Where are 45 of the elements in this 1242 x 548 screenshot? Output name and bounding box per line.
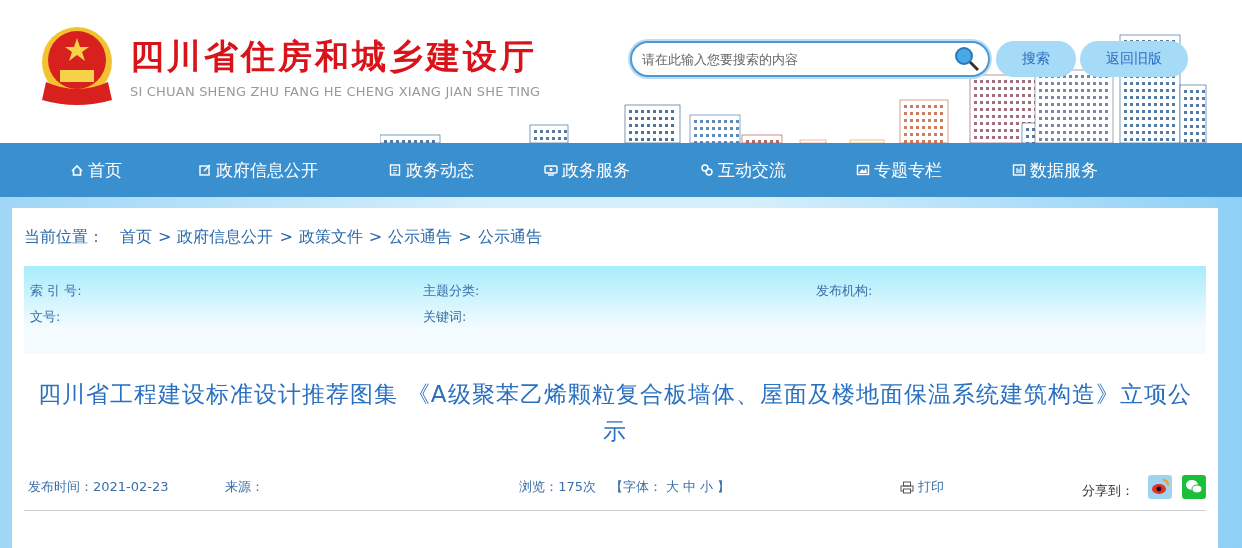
- old-version-button[interactable]: 返回旧版: [1080, 41, 1188, 77]
- print-link[interactable]: 打印: [900, 478, 945, 496]
- publish-time: 发布时间：2021-02-23: [28, 478, 170, 496]
- font-size-label: 【字体：: [610, 478, 663, 496]
- breadcrumb-link[interactable]: 政策文件: [298, 227, 363, 266]
- nav-item[interactable]: 政务服务: [544, 143, 630, 197]
- nav-item[interactable]: 数据服务: [1012, 143, 1098, 197]
- edit-icon: [198, 163, 212, 177]
- breadcrumb-link[interactable]: 公示通告: [477, 227, 542, 266]
- nav-item[interactable]: 互动交流: [700, 143, 786, 197]
- image-icon: [856, 163, 870, 177]
- field-label: 文号:: [30, 308, 61, 326]
- breadcrumb-link[interactable]: 公示通告: [388, 227, 453, 266]
- breadcrumb-label: 当前位置：: [24, 227, 104, 248]
- nav-item[interactable]: 政务动态: [388, 143, 474, 197]
- nav-item[interactable]: 专题专栏: [856, 143, 942, 197]
- field-label: 主题分类:: [423, 282, 480, 300]
- article-title: 四川省工程建设标准设计推荐图集 《A级聚苯乙烯颗粒复合板墙体、屋面及楼地面保温系统建筑构造》立项公示: [38, 380, 1192, 446]
- breadcrumb-separator: >: [158, 227, 172, 248]
- share-label: 分享到：: [1082, 482, 1135, 500]
- chat-icon: [700, 163, 714, 177]
- chart-icon: [1012, 163, 1026, 177]
- field-label: 索 引 号:: [30, 282, 82, 300]
- printer-icon: [900, 480, 915, 494]
- font-size-link[interactable]: 中: [683, 478, 697, 496]
- monitor-icon: [544, 163, 558, 177]
- nav-item[interactable]: 首页: [70, 143, 122, 197]
- view-count: 浏览：175次: [519, 478, 597, 496]
- field-label: 发布机构:: [816, 282, 873, 300]
- breadcrumb-separator: >: [279, 227, 293, 248]
- breadcrumb-separator: >: [458, 227, 472, 248]
- home-icon: [70, 163, 84, 177]
- breadcrumb-separator: >: [368, 227, 383, 248]
- document-icon: [388, 163, 402, 177]
- font-size-link[interactable]: 小: [700, 478, 714, 496]
- breadcrumb-link[interactable]: 首页: [120, 227, 152, 266]
- source-label: 来源：: [224, 478, 265, 496]
- site-title: 四川省住房和城乡建设厅: [130, 36, 538, 76]
- bracket: 】: [717, 478, 731, 496]
- search-button[interactable]: 搜索: [996, 41, 1076, 77]
- field-label: 关键词:: [423, 308, 467, 326]
- font-size-link[interactable]: 大: [666, 478, 680, 496]
- nav-item[interactable]: 政府信息公开: [198, 143, 318, 197]
- breadcrumb-link[interactable]: 政府信息公开: [177, 227, 274, 266]
- site-subtitle: SI CHUAN SHENG ZHU FANG HE CHENG XIANG JIAN SHE TING: [130, 84, 541, 99]
